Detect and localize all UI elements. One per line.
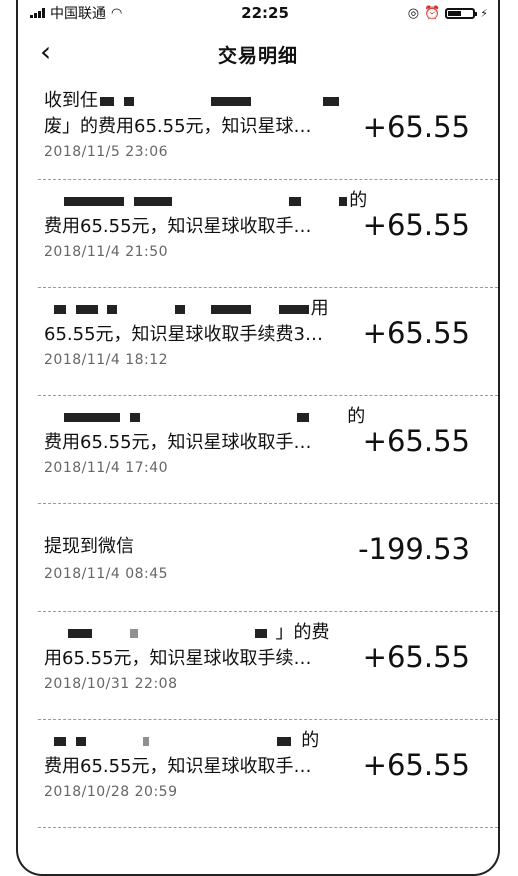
signal-icon [30,8,45,18]
transaction-row[interactable]: 的 费用65.55元，知识星球收取手… 2018/10/28 20:59 +65… [18,720,498,828]
transaction-list: 收到仼 废」的费用65.55元，知识星球… 2018/11/5 23:06 +6… [18,82,498,828]
navigation-bar: ‹ 交易明细 [18,26,498,82]
charging-icon: ⚡ [480,6,488,20]
battery-icon [445,7,478,19]
transaction-line2: 65.55元，知识星球收取手续费3… [44,324,323,345]
wifi-icon: ◠ [111,5,123,21]
transaction-row[interactable]: 的 费用65.55元，知识星球收取手… 2018/11/4 21:50 +65.… [18,180,498,288]
clock: 22:25 [241,4,289,22]
transaction-line2: 费用65.55元，知识星球收取手… [44,432,312,453]
chevron-left-icon[interactable]: ‹ [40,38,51,66]
transaction-date: 2018/11/4 17:40 [44,460,169,476]
transaction-amount: +65.55 [362,208,470,242]
transaction-amount: +65.55 [362,424,470,458]
transaction-date: 2018/11/5 23:06 [44,144,169,160]
transaction-line1: 的 [301,730,320,751]
transaction-amount: +65.55 [362,640,470,674]
transaction-line2: 废」的费用65.55元，知识星球… [44,116,312,137]
transaction-date: 2018/11/4 21:50 [44,244,169,260]
page-title: 交易明细 [217,44,298,67]
transaction-date: 2018/11/4 18:12 [44,352,169,368]
transaction-row[interactable]: 提现到微信 2018/11/4 08:45 -199.53 [18,504,498,612]
transaction-line1: 提现到微信 [44,536,134,557]
transaction-row[interactable]: 用 65.55元，知识星球收取手续费3… 2018/11/4 18:12 +65… [18,288,498,396]
transaction-row[interactable]: 」的费 用65.55元，知识星球收取手续… 2018/10/31 22:08 +… [18,612,498,720]
transaction-line1: 用 [310,298,329,319]
transaction-date: 2018/10/31 22:08 [44,676,178,692]
carrier-label: 中国联通 [50,6,106,22]
transaction-date: 2018/11/4 08:45 [44,566,169,582]
transaction-line1: 收到仼 [44,90,98,111]
transaction-amount: +65.55 [362,110,470,144]
phone-screen: 中国联通 ◠ 22:25 ◎ ⏰ ⚡ ‹ 交易明细 收到仼 废」的费用65.55… [16,0,500,876]
transaction-row[interactable]: 的 费用65.55元，知识星球收取手… 2018/11/4 17:40 +65.… [18,396,498,504]
transaction-line2: 费用65.55元，知识星球收取手… [44,756,312,777]
transaction-line1: 」的费 [275,622,330,643]
divider [38,827,498,828]
alarm-icon: ⏰ [424,5,441,21]
transaction-amount: +65.55 [362,316,470,350]
transaction-amount: -199.53 [358,532,470,566]
transaction-date: 2018/10/28 20:59 [44,784,178,800]
rotation-lock-icon: ◎ [407,5,420,21]
status-bar: 中国联通 ◠ 22:25 ◎ ⏰ ⚡ [18,0,498,26]
transaction-amount: +65.55 [362,748,470,782]
transaction-line2: 费用65.55元，知识星球收取手… [44,216,312,237]
transaction-row[interactable]: 收到仼 废」的费用65.55元，知识星球… 2018/11/5 23:06 +6… [18,82,498,180]
transaction-line2: 用65.55元，知识星球收取手续… [44,648,312,669]
